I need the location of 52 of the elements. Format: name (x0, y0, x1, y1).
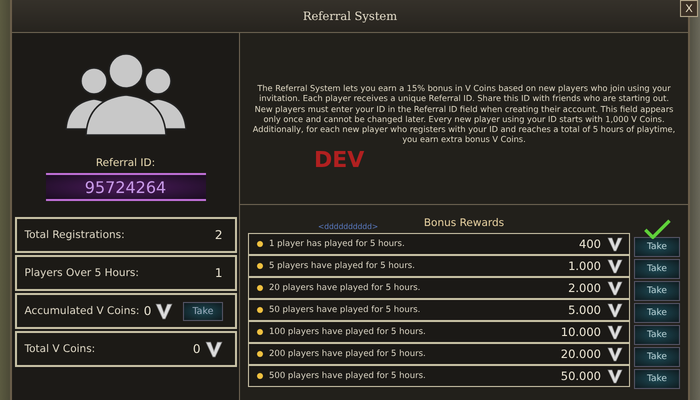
stat-value: 0 (144, 304, 152, 318)
v-coin-icon (607, 302, 623, 318)
v-coin-icon (155, 302, 174, 320)
stat-value: 1 (214, 266, 222, 280)
reward-amount: 5.000 (568, 303, 601, 317)
stat-value: 2 (214, 228, 222, 242)
take-button[interactable]: Take (634, 303, 680, 323)
take-button[interactable]: Take (634, 325, 680, 345)
bullet-icon (257, 241, 263, 247)
v-coin-icon (607, 324, 623, 340)
take-button[interactable]: Take (634, 259, 680, 279)
referral-id-label: Referral ID: (96, 157, 156, 169)
stat-label: Players Over 5 Hours: (24, 267, 140, 279)
reward-amount: 20.000 (560, 347, 601, 361)
reward-amount: 2.000 (568, 281, 601, 295)
reward-amount: 1.000 (568, 259, 601, 273)
reward-condition: 20 players have played for 5 hours. (269, 283, 422, 293)
reward-condition: 1 player has played for 5 hours. (269, 239, 406, 249)
v-coin-icon (607, 258, 623, 274)
reward-amount: 400 (579, 237, 601, 251)
take-button[interactable]: Take (634, 281, 680, 301)
reward-condition: 500 players have played for 5 hours. (269, 371, 427, 381)
v-coin-icon (607, 236, 623, 252)
emblem-text: DEV (314, 148, 364, 173)
bullet-icon (257, 329, 263, 335)
stat-label: Total V Coins: (24, 343, 96, 355)
v-coin-icon (607, 346, 623, 362)
stat-label: Accumulated V Coins: (24, 305, 140, 317)
take-button[interactable]: Take (634, 347, 680, 367)
close-button[interactable]: X (680, 0, 698, 17)
description-text: The Referral System lets you earn a 15% bonus in V Coins based on new players who join using your invitation. Each player receives a unique Referral ID. Share this ID with friends who are starting out. New players must enter your ID in the Referral ID field when creating their account. This field appears only once and cannot be changed later. Every new player using your ID starts with 1,000 V Coins. Additionally, for each new player who registers with your ID and reaches a total of 5 hours of playtime, you earn extra bonus V Coins. (252, 83, 676, 144)
reward-condition: 5 players have played for 5 hours. (269, 261, 416, 271)
bullet-icon (257, 307, 263, 313)
reward-amount: 50.000 (560, 369, 601, 383)
bullet-icon (257, 263, 263, 269)
bullet-icon (257, 373, 263, 379)
stat-value: 0 (192, 342, 200, 356)
bullet-icon (257, 351, 263, 357)
bullet-icon (257, 285, 263, 291)
reward-condition: 50 players have played for 5 hours. (269, 305, 422, 315)
take-button[interactable]: Take (183, 302, 222, 320)
reward-amount: 10.000 (560, 325, 601, 339)
bonus-rewards-title: Bonus Rewards (424, 217, 504, 229)
stat-label: Total Registrations: (24, 229, 126, 241)
reward-condition: 200 players have played for 5 hours. (269, 349, 427, 359)
take-button[interactable]: Take (634, 369, 680, 389)
referral-id-value: 95724264 (46, 173, 206, 201)
v-coin-icon (204, 340, 222, 358)
v-coin-icon (607, 280, 623, 296)
v-coin-icon (607, 368, 623, 384)
reward-condition: 100 players have played for 5 hours. (269, 327, 427, 337)
take-button[interactable]: Take (634, 237, 680, 257)
